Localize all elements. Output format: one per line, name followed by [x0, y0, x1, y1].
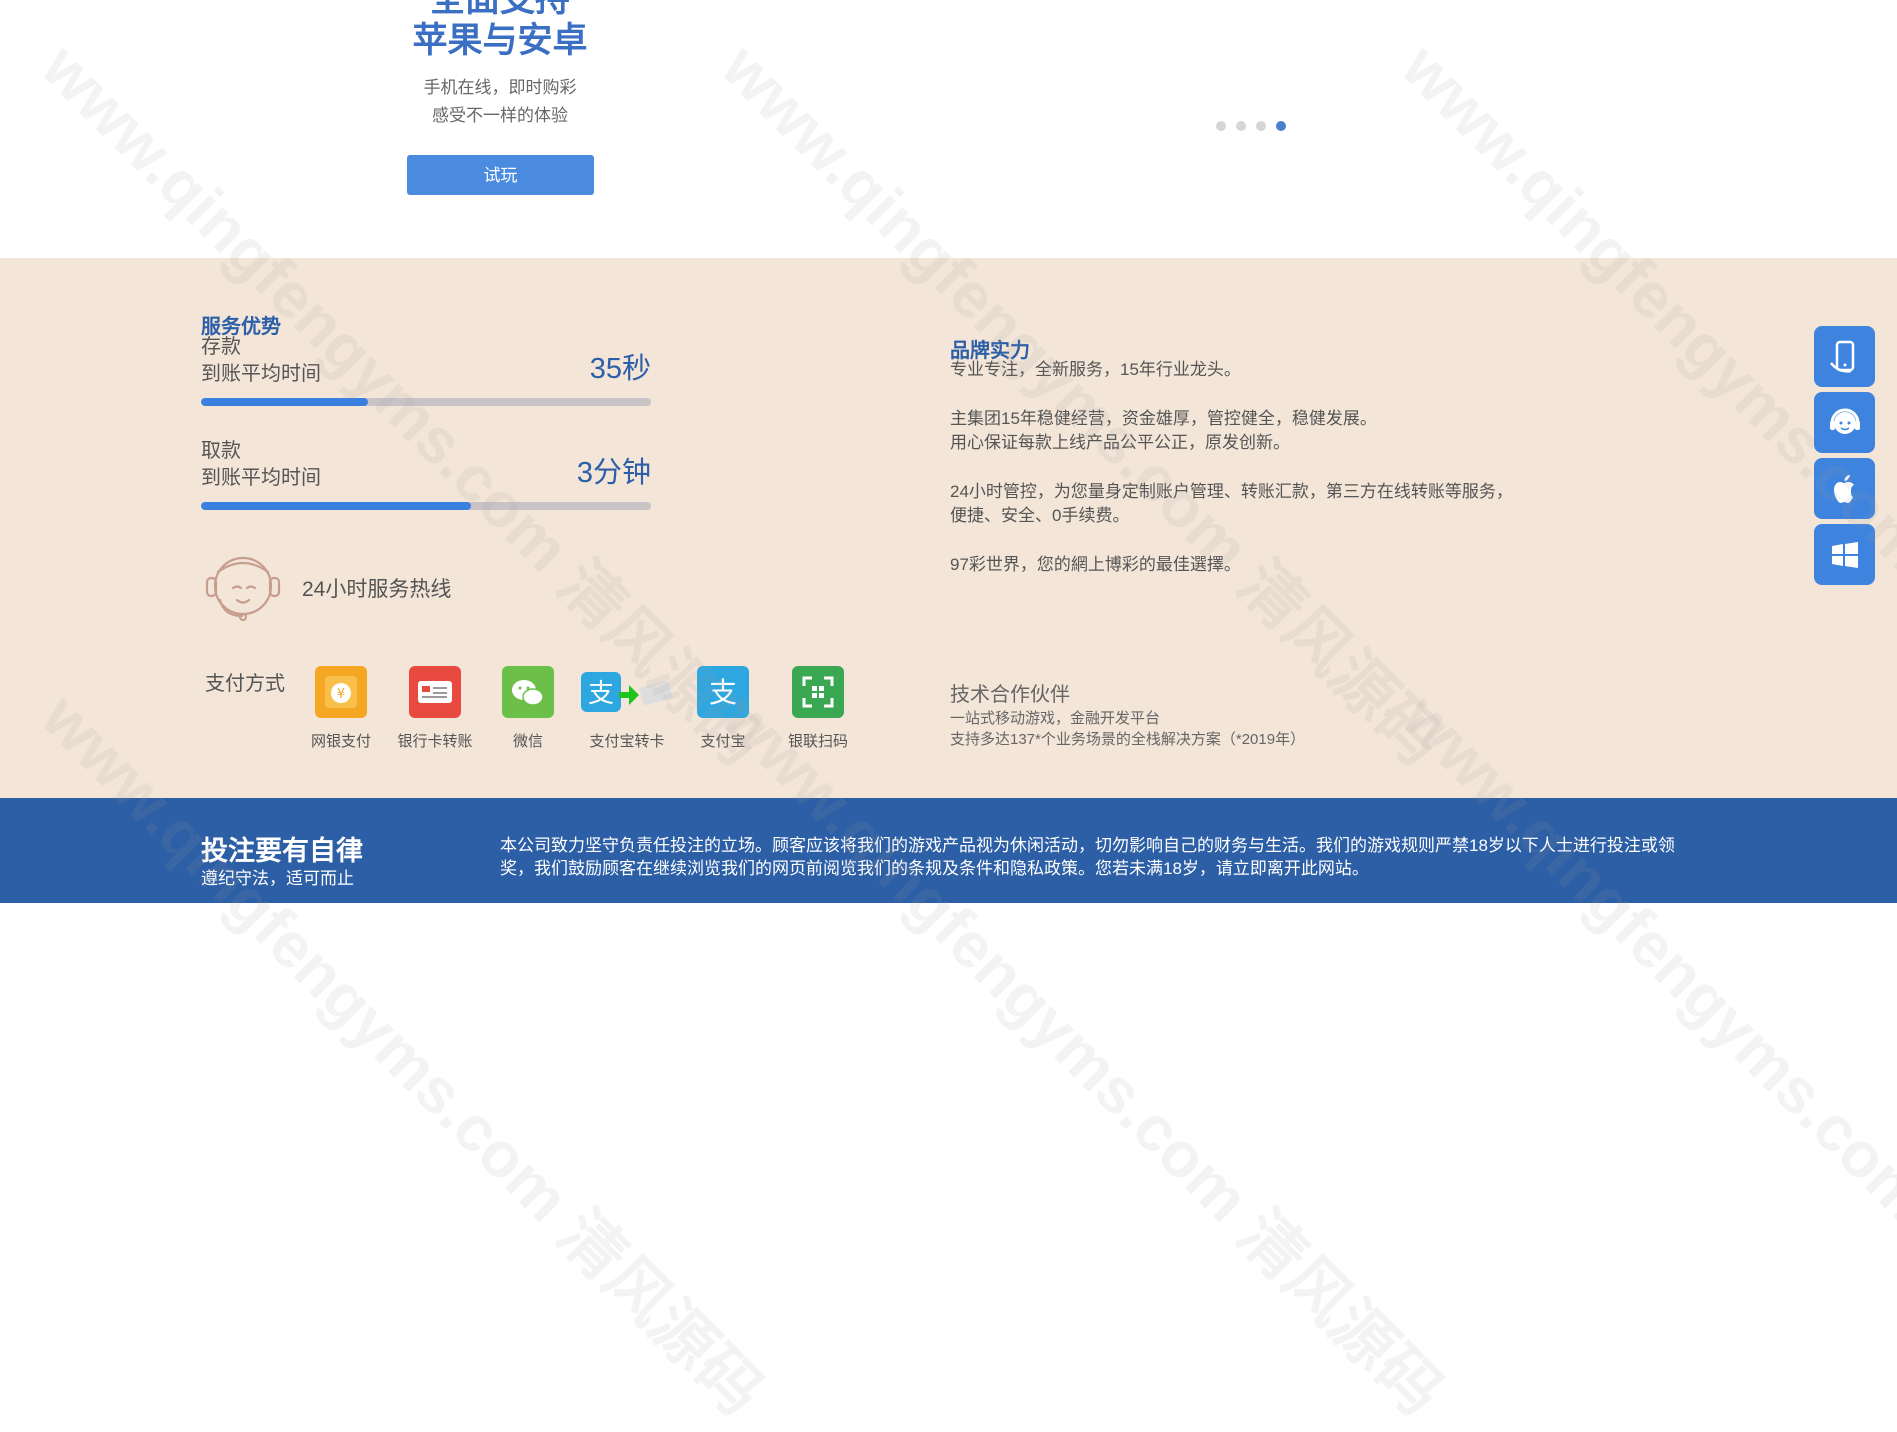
payment-name: 网银支付	[310, 733, 371, 750]
tech-partner-title: 技术合作伙伴	[950, 684, 1070, 706]
tech-partner-line: 一站式移动游戏，金融开发平台	[950, 710, 1161, 727]
hero-section: 全面支持 苹果与安卓 手机在线，即时购彩 感受不一样的体验 试玩	[0, 0, 1897, 258]
brand-paragraph: 主集团15年稳健经营，资金雄厚，管控健全，稳健发展。	[950, 409, 1377, 428]
apple-icon	[1833, 474, 1854, 503]
withdraw-progress-fill	[201, 502, 471, 510]
svg-text:支: 支	[709, 676, 737, 709]
brand-paragraph: 97彩世界，您的網上博彩的最佳選擇。	[950, 555, 1241, 574]
brand-paragraph: 便捷、安全、0手续费。	[950, 506, 1130, 525]
footer: 投注要有自律 遵纪守法，适可而止 本公司致力坚守负责任投注的立场。顾客应该将我们…	[0, 798, 1897, 903]
payment-alipay-transfer[interactable]: 支 支付宝转卡	[575, 666, 679, 751]
carousel-dot[interactable]	[1236, 121, 1246, 131]
deposit-progress-bar	[201, 398, 651, 406]
payment-wechat[interactable]: 微信	[478, 666, 578, 751]
alipay-icon: 支	[697, 666, 749, 718]
carousel-indicators	[1216, 121, 1286, 131]
svg-text:¥: ¥	[337, 687, 345, 702]
bank-card-icon	[409, 666, 461, 718]
hotline-label: 24小时服务热线	[302, 578, 452, 601]
payment-name: 银行卡转账	[397, 733, 473, 750]
mobile-icon	[1829, 340, 1854, 373]
withdraw-label-line1: 取款	[201, 440, 241, 462]
responsible-betting-subtitle: 遵纪守法，适可而止	[201, 869, 354, 888]
payment-bank-card[interactable]: 银行卡转账	[385, 666, 485, 751]
headset-agent-icon	[205, 556, 281, 622]
ios-download-button[interactable]	[1814, 458, 1875, 519]
withdraw-progress-bar	[201, 502, 651, 510]
svg-text:支: 支	[588, 679, 614, 709]
carousel-dot[interactable]	[1256, 121, 1266, 131]
online-bank-icon: ¥	[315, 666, 367, 718]
payment-unionpay-qr[interactable]: 银联扫码	[768, 666, 868, 751]
carousel-dot-active[interactable]	[1276, 121, 1286, 131]
carousel-dot[interactable]	[1216, 121, 1226, 131]
alipay-transfer-icon: 支	[579, 666, 675, 718]
wechat-icon	[502, 666, 554, 718]
hero-title-line2: 苹果与安卓	[412, 21, 588, 60]
tech-partner-line: 支持多达137*个业务场景的全栈解决方案（*2019年）	[950, 731, 1306, 748]
deposit-label-line1: 存款	[201, 336, 241, 358]
withdraw-time-value: 3分钟	[576, 457, 651, 489]
payment-online-bank[interactable]: ¥ 网银支付	[291, 666, 391, 751]
payment-methods-label: 支付方式	[205, 673, 285, 695]
unionpay-qr-icon	[792, 666, 844, 718]
mobile-app-button[interactable]	[1814, 326, 1875, 387]
hero-subtitle-line2: 感受不一样的体验	[432, 106, 568, 125]
withdraw-label-line2: 到账平均时间	[201, 467, 321, 489]
brand-paragraph: 用心保证每款上线产品公平公正，原发创新。	[950, 433, 1290, 452]
withdraw-label: 取款 到账平均时间	[201, 438, 321, 492]
customer-service-icon	[1829, 408, 1860, 434]
deposit-label-line2: 到账平均时间	[201, 363, 321, 385]
deposit-label: 存款 到账平均时间	[201, 334, 321, 388]
deposit-time-value: 35秒	[589, 353, 651, 385]
payment-name: 支付宝	[700, 733, 746, 750]
payment-name: 微信	[512, 733, 543, 750]
responsible-betting-title: 投注要有自律	[201, 836, 363, 866]
responsible-betting-text: 本公司致力坚守负责任投注的立场。顾客应该将我们的游戏产品视为休闲活动，切勿影响自…	[500, 836, 1675, 878]
brand-paragraph: 专业专注，全新服务，15年行业龙头。	[950, 360, 1241, 379]
payment-name: 支付宝转卡	[589, 733, 665, 750]
deposit-progress-fill	[201, 398, 368, 406]
brand-paragraph: 24小时管控，为您量身定制账户管理、转账汇款，第三方在线转账等服务，	[950, 482, 1513, 501]
windows-icon	[1831, 541, 1858, 568]
try-button[interactable]: 试玩	[407, 155, 594, 195]
hero-subtitle-line1: 手机在线，即时购彩	[423, 78, 577, 97]
customer-service-button[interactable]	[1814, 392, 1875, 453]
payment-alipay[interactable]: 支 支付宝	[673, 666, 773, 751]
windows-download-button[interactable]	[1814, 524, 1875, 585]
payment-name: 银联扫码	[787, 733, 848, 750]
info-section: 服务优势 存款 到账平均时间 35秒 取款 到账平均时间 3分钟 24小时服务热…	[0, 258, 1897, 798]
